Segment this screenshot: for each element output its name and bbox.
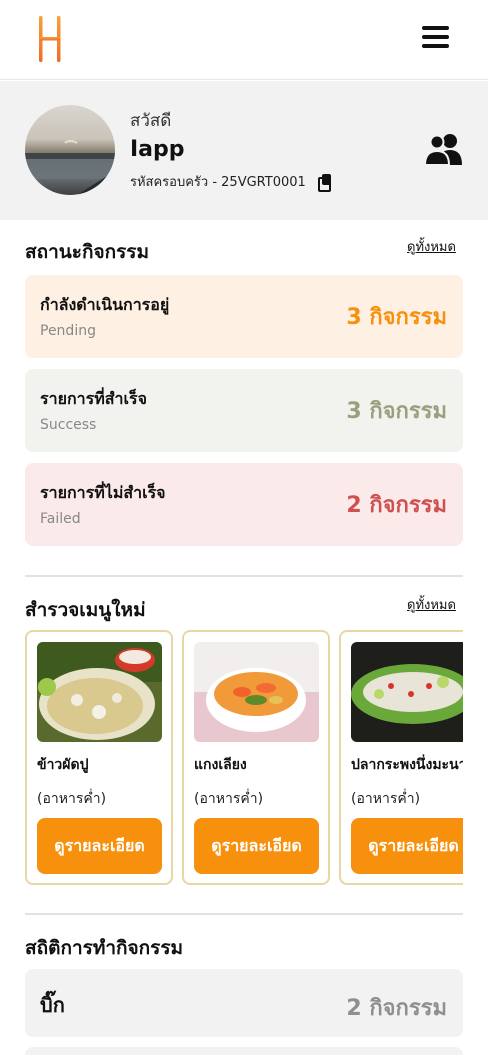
status-card-pending[interactable]: กำลังดำเนินการอยู่ Pending 3 กิจกรรม <box>25 275 463 358</box>
status-sublabel: Pending <box>40 323 96 339</box>
view-details-button[interactable]: ดูรายละเอียด <box>194 818 319 874</box>
stat-member-name: บิ๊ก <box>40 993 65 1017</box>
menu-card[interactable]: ข้าวผัดปู (อาหารค่ำ) ดูรายละเอียด <box>25 630 173 885</box>
copy-icon[interactable] <box>317 173 332 192</box>
section-divider <box>25 575 463 577</box>
menu-name: ปลากระพงนึ่งมะนาว <box>351 757 463 773</box>
status-card-failed[interactable]: รายการที่ไม่สำเร็จ Failed 2 กิจกรรม <box>25 463 463 546</box>
menu-survey-title: สำรวจเมนูใหม่ <box>25 599 146 621</box>
menu-carousel[interactable]: ข้าวผัดปู (อาหารค่ำ) ดูรายละเอียด แกงเลี… <box>25 630 463 886</box>
hamburger-icon[interactable] <box>422 26 454 54</box>
profile-header: สวัสดี Iapp รหัสครอบครัว - 25VGRT0001 <box>0 81 488 220</box>
menu-meal-type: (อาหารค่ำ) <box>194 791 264 807</box>
menu-meal-type: (อาหารค่ำ) <box>37 791 107 807</box>
view-details-button[interactable]: ดูรายละเอียด <box>37 818 162 874</box>
menu-photo-fried-rice <box>37 642 162 742</box>
stat-row[interactable]: บิ๊ก 2 กิจกรรม <box>25 969 463 1037</box>
menu-survey-see-all-link[interactable]: ดูทั้งหมด <box>407 594 456 615</box>
view-details-button[interactable]: ดูรายละเอียด <box>351 818 463 874</box>
family-group-icon[interactable] <box>424 133 464 165</box>
h-logo-icon[interactable] <box>36 16 64 62</box>
status-sublabel: Success <box>40 417 97 433</box>
avatar[interactable] <box>25 105 115 195</box>
stat-count: 2 กิจกรรม <box>346 996 447 1021</box>
menu-photo-steamed-fish <box>351 642 463 742</box>
user-name: Iapp <box>130 137 185 162</box>
status-count: 3 กิจกรรม <box>346 399 447 424</box>
menu-name: ข้าวผัดปู <box>37 757 89 773</box>
status-label: รายการที่สำเร็จ <box>40 389 147 408</box>
menu-card[interactable]: ปลากระพงนึ่งมะนาว (อาหารค่ำ) ดูรายละเอีย… <box>339 630 463 885</box>
status-sublabel: Failed <box>40 511 81 527</box>
status-label: กำลังดำเนินการอยู่ <box>40 295 170 314</box>
status-label: รายการที่ไม่สำเร็จ <box>40 483 166 502</box>
menu-meal-type: (อาหารค่ำ) <box>351 791 421 807</box>
menu-card[interactable]: แกงเลียง (อาหารค่ำ) ดูรายละเอียด <box>182 630 330 885</box>
activity-status-see-all-link[interactable]: ดูทั้งหมด <box>407 236 456 257</box>
activity-stats-title: สถิติการทำกิจกรรม <box>25 937 184 959</box>
status-count: 3 กิจกรรม <box>346 305 447 330</box>
activity-status-title: สถานะกิจกรรม <box>25 241 150 263</box>
family-code-row: รหัสครอบครัว - 25VGRT0001 <box>130 171 332 192</box>
greeting-text: สวัสดี <box>130 111 172 131</box>
menu-photo-kaeng-liang <box>194 642 319 742</box>
menu-name: แกงเลียง <box>194 757 247 773</box>
status-count: 2 กิจกรรม <box>346 493 447 518</box>
top-bar <box>0 0 488 80</box>
status-card-success[interactable]: รายการที่สำเร็จ Success 3 กิจกรรม <box>25 369 463 452</box>
section-divider <box>25 913 463 915</box>
stat-row[interactable] <box>25 1047 463 1055</box>
family-code-text: รหัสครอบครัว - 25VGRT0001 <box>130 175 306 190</box>
